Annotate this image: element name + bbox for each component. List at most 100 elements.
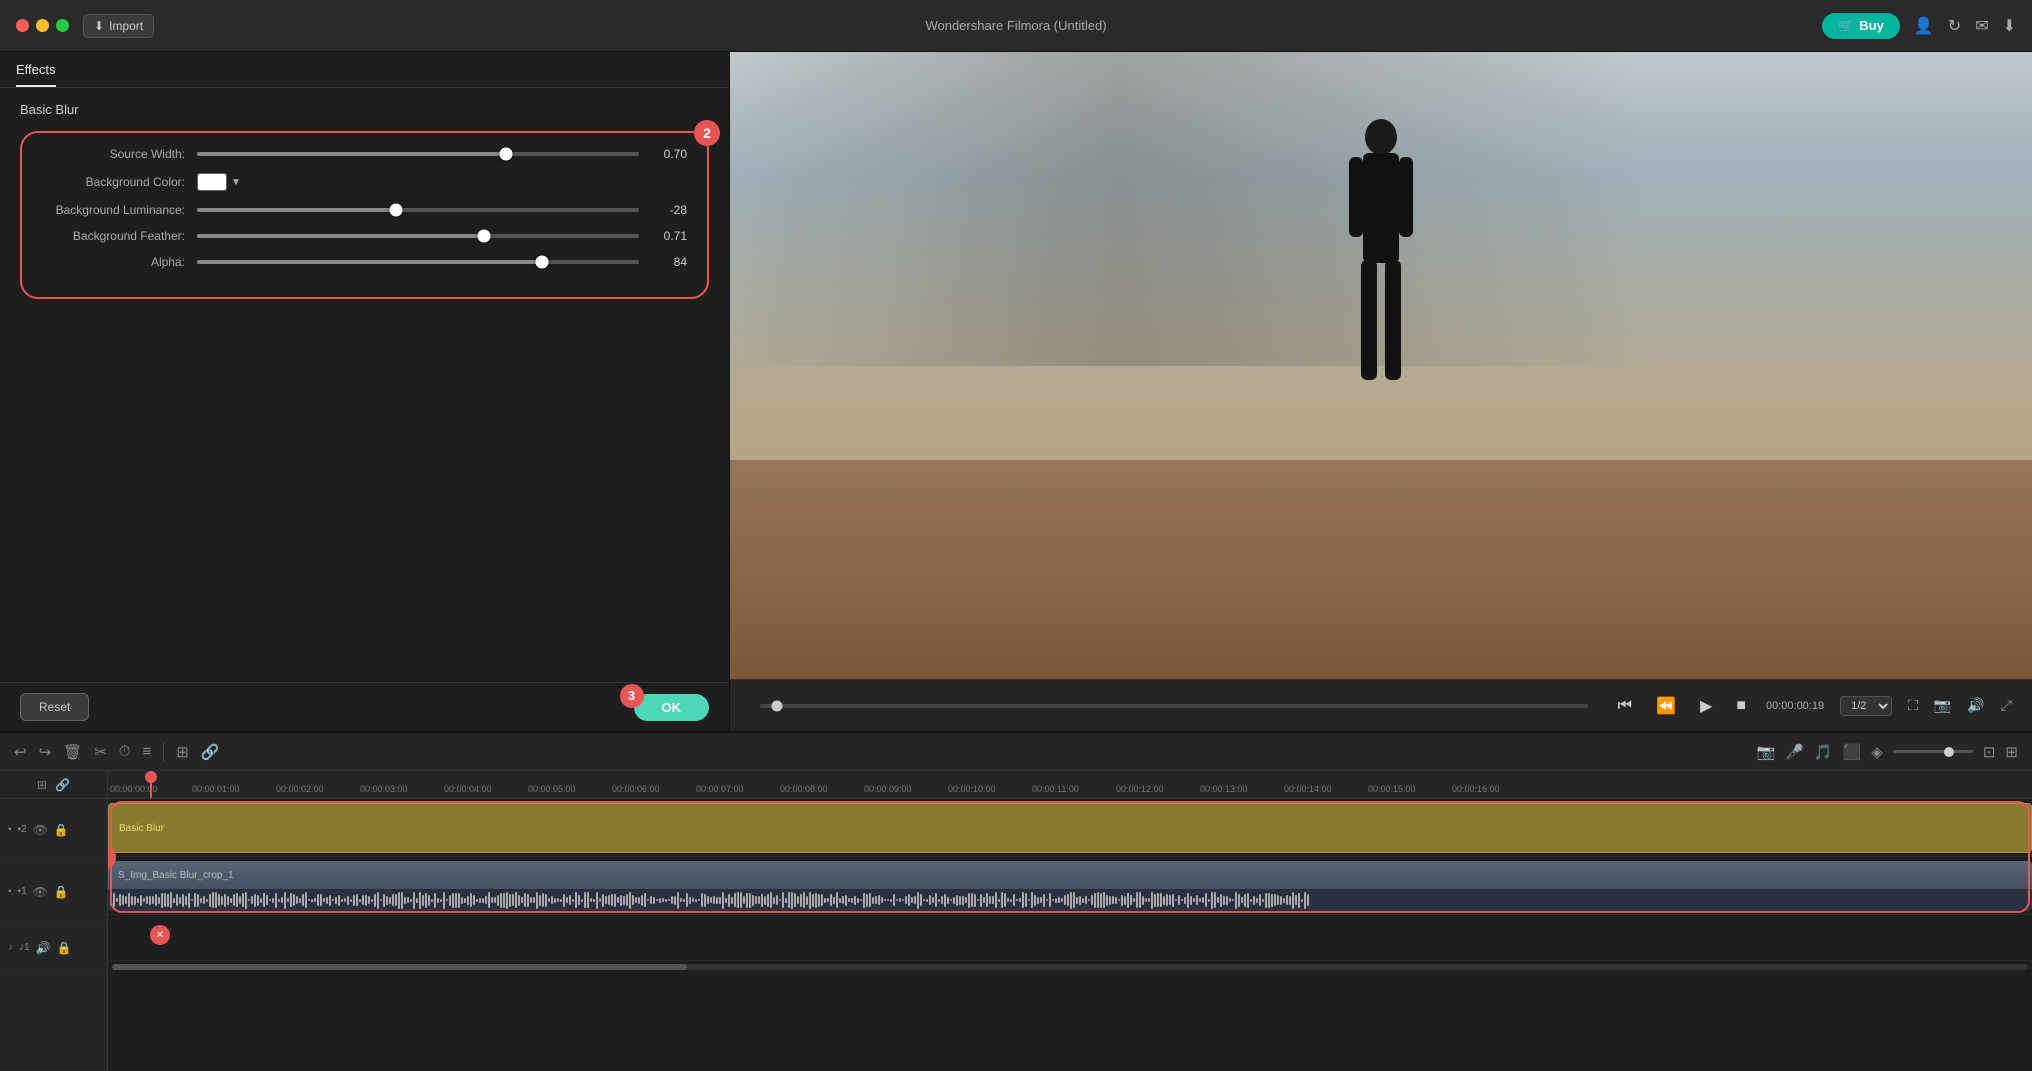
play-button[interactable]: ▶: [1696, 694, 1716, 718]
camera2-icon[interactable]: 📷: [1757, 743, 1776, 761]
source-width-row: Source Width: 0.70: [42, 147, 687, 161]
effect-clip-label: Basic Blur: [119, 823, 164, 834]
import-button[interactable]: ⬇ Import: [83, 14, 154, 38]
time-6: 00:00:06:00: [612, 784, 660, 794]
bg-feather-slider[interactable]: [197, 234, 639, 238]
list-icon[interactable]: ≡: [142, 743, 151, 760]
lock-icon[interactable]: 🔗: [201, 743, 220, 761]
play-back-button[interactable]: ⏪: [1652, 694, 1680, 718]
ok-btn-wrap: 3 OK: [634, 694, 710, 721]
marker-icon: ✕: [150, 925, 170, 945]
timeline-right-controls: 📷 🎤 🎵 ⬛ ◈ ⊡ ⊞: [1757, 743, 2018, 761]
v2-lock-icon[interactable]: 🔒: [54, 823, 69, 837]
minimize-button[interactable]: [36, 19, 49, 32]
ok-button[interactable]: OK: [634, 694, 710, 721]
swatch-arrow-icon: ▼: [231, 177, 241, 188]
seek-bar[interactable]: [760, 704, 1588, 708]
a1-music-icon: ♪: [8, 942, 13, 953]
time-5: 00:00:05:00: [528, 784, 576, 794]
voice-icon[interactable]: 🎵: [1814, 743, 1833, 761]
fit-icon[interactable]: ⊡: [1983, 743, 1996, 761]
video-track-row: S_Img_Basic Blur_crop_1: [108, 857, 2032, 915]
time-14: 00:00:14:00: [1284, 784, 1332, 794]
account-icon[interactable]: 👤: [1914, 16, 1934, 36]
source-width-slider[interactable]: [197, 152, 639, 156]
reset-button[interactable]: Reset: [20, 693, 89, 721]
bg-feather-label: Background Feather:: [42, 229, 197, 243]
zoom-thumb[interactable]: [1944, 747, 1954, 757]
titlebar-right: 🛒 Buy 👤 ↻ ✉ ⬇: [1822, 13, 2016, 39]
step-3-badge: 3: [620, 684, 644, 708]
tab-effects[interactable]: Effects: [16, 62, 56, 87]
track-label-v2: ▪ ▪2 👁 🔒: [0, 799, 107, 861]
v1-lock-icon[interactable]: 🔒: [54, 885, 69, 899]
marker-x: ✕: [156, 930, 164, 941]
quality-select[interactable]: 1/2 1/4 Full: [1840, 696, 1892, 716]
close-button[interactable]: [16, 19, 29, 32]
effect-clip[interactable]: Basic Blur: [108, 803, 2032, 853]
bg-feather-value: 0.71: [639, 229, 687, 243]
time-3: 00:00:03:00: [360, 784, 408, 794]
time-13: 00:00:13:00: [1200, 784, 1248, 794]
a1-volume-icon[interactable]: 🔊: [36, 941, 51, 955]
corner-icon: ⊞: [37, 778, 47, 792]
bg-color-swatch[interactable]: ▼: [197, 173, 241, 191]
waveform-bar-container: [110, 889, 2030, 911]
playback-controls: ⏮ ⏪ ▶ ■ 00:00:00:19 1/2 1/4 Full ⛶ 📷 🔊 ⤢: [730, 679, 2032, 731]
time-16: 00:00:16:00: [1452, 784, 1500, 794]
stop-button[interactable]: ■: [1732, 695, 1750, 717]
color-box[interactable]: [197, 173, 227, 191]
video-clip[interactable]: S_Img_Basic Blur_crop_1: [108, 861, 2032, 911]
v2-eye-icon[interactable]: 👁: [33, 823, 48, 837]
waveform-bars: [108, 889, 2032, 911]
track-label-v1: ▪ ▪1 👁 🔒: [0, 861, 107, 923]
bg-color-label: Background Color:: [42, 175, 197, 189]
undo-icon[interactable]: ↩: [14, 743, 27, 761]
v1-eye-icon[interactable]: 👁: [33, 885, 48, 899]
time-8: 00:00:08:00: [780, 784, 828, 794]
cursor-head: [145, 771, 157, 783]
refresh-icon[interactable]: ↻: [1948, 16, 1961, 36]
timeline-scrollbar[interactable]: [108, 961, 2032, 973]
maximize-button[interactable]: [56, 19, 69, 32]
keyframe-icon[interactable]: ◈: [1871, 743, 1883, 761]
timeline-toolbar: ↩ ↪ 🗑 ✂ ⏱ ≡ ⊞ 🔗 📷 🎤 🎵 ⬛ ◈ ⊡ ⊞: [0, 733, 2032, 771]
playback-cursor[interactable]: [150, 771, 152, 799]
expand-icon[interactable]: ⤢: [2001, 697, 2012, 714]
mic-icon[interactable]: 🎤: [1785, 743, 1804, 761]
video-clip-label: S_Img_Basic Blur_crop_1: [118, 870, 234, 881]
history-icon[interactable]: ⏱: [119, 743, 131, 760]
layers-icon[interactable]: ⬛: [1843, 743, 1862, 761]
cut-icon[interactable]: ✂: [94, 743, 107, 761]
separator: [163, 742, 164, 762]
preview-area: [730, 52, 2032, 679]
volume-icon[interactable]: 🔊: [1967, 697, 1984, 714]
import-icon: ⬇: [94, 19, 104, 33]
bg-luminance-slider[interactable]: [197, 208, 639, 212]
mail-icon[interactable]: ✉: [1975, 16, 1988, 36]
alpha-value: 84: [639, 255, 687, 269]
cart-icon: 🛒: [1838, 18, 1854, 34]
snapshot-icon[interactable]: 📷: [1934, 697, 1951, 714]
scrollbar-thumb[interactable]: [112, 964, 687, 970]
time-2: 00:00:02:00: [276, 784, 324, 794]
buy-button[interactable]: 🛒 Buy: [1822, 13, 1900, 39]
seek-thumb[interactable]: [771, 700, 782, 711]
fullscreen-icon[interactable]: ⛶: [1908, 697, 1918, 714]
delete-icon[interactable]: 🗑: [63, 743, 82, 761]
grid-icon[interactable]: ⊞: [2005, 743, 2018, 761]
a1-label: ♪1: [19, 942, 30, 953]
scrollbar-track[interactable]: [112, 964, 2028, 970]
a1-lock-icon[interactable]: 🔒: [57, 941, 72, 955]
source-width-label: Source Width:: [42, 147, 197, 161]
highlighted-tracks: 1 Basic Blur S_Img_Basic Blur_crop_1: [108, 799, 2032, 915]
right-panel: ⏮ ⏪ ▶ ■ 00:00:00:19 1/2 1/4 Full ⛶ 📷 🔊 ⤢: [730, 52, 2032, 731]
layout-icon[interactable]: ⊞: [176, 743, 189, 761]
step-back-button[interactable]: ⏮: [1614, 695, 1636, 717]
zoom-slider[interactable]: [1893, 750, 1973, 753]
alpha-slider[interactable]: [197, 260, 639, 264]
main-layout: Effects Basic Blur 2 Source Width: 0.70 …: [0, 52, 2032, 731]
download-icon[interactable]: ⬇: [2003, 16, 2016, 36]
redo-icon[interactable]: ↪: [39, 743, 52, 761]
effect-title: Basic Blur: [20, 102, 709, 117]
